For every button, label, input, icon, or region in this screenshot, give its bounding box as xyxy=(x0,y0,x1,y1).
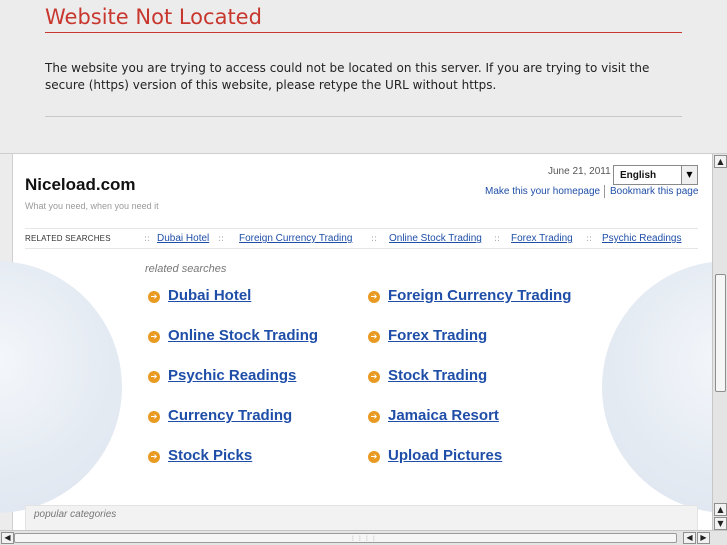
scroll-left-icon[interactable]: ◀ xyxy=(1,532,14,544)
result-link[interactable]: Jamaica Resort xyxy=(388,407,499,424)
bar-separator: :: xyxy=(218,234,225,244)
bookmark-link[interactable]: Bookmark this page xyxy=(610,186,698,197)
bar-separator: :: xyxy=(586,234,593,244)
decorative-circle-right xyxy=(602,261,727,513)
language-select[interactable]: English ▼ xyxy=(613,165,698,185)
bar-link-dubai-hotel[interactable]: Dubai Hotel xyxy=(157,233,209,244)
scroll-right-icon[interactable]: ▶ xyxy=(697,532,710,544)
scroll-down-icon[interactable]: ▼ xyxy=(714,517,727,530)
result-link[interactable]: Dubai Hotel xyxy=(168,287,251,304)
arrow-bullet-icon: ➔ xyxy=(368,291,380,303)
result-link[interactable]: Forex Trading xyxy=(388,327,487,344)
arrow-bullet-icon: ➔ xyxy=(368,411,380,423)
result-link[interactable]: Online Stock Trading xyxy=(168,327,318,344)
decorative-circle-left xyxy=(0,261,122,513)
grip-icon: ⋮⋮⋮⋮ xyxy=(350,535,378,542)
vertical-scrollbar[interactable]: ▲ ▲ ▼ xyxy=(712,154,727,531)
chevron-down-icon[interactable]: ▼ xyxy=(681,166,697,184)
result-link[interactable]: Currency Trading xyxy=(168,407,292,424)
error-divider-bottom xyxy=(45,116,682,117)
related-searches-bar: RELATED SEARCHES :: Dubai Hotel :: Forei… xyxy=(25,228,698,249)
arrow-bullet-icon: ➔ xyxy=(368,371,380,383)
page-date: June 21, 2011 xyxy=(548,166,611,177)
arrow-bullet-icon: ➔ xyxy=(148,291,160,303)
make-homepage-link[interactable]: Make this your homepage xyxy=(485,186,600,197)
related-searches-bar-label: RELATED SEARCHES xyxy=(25,234,111,243)
result-link[interactable]: Upload Pictures xyxy=(388,447,502,464)
arrow-bullet-icon: ➔ xyxy=(148,331,160,343)
header-link-separator xyxy=(604,185,605,198)
result-link[interactable]: Stock Picks xyxy=(168,447,252,464)
popular-categories-label: popular categories xyxy=(34,509,117,520)
site-title[interactable]: Niceload.com xyxy=(25,175,136,195)
bar-link-forex-trading[interactable]: Forex Trading xyxy=(511,233,573,244)
language-select-value: English xyxy=(620,170,657,181)
scroll-up-icon[interactable]: ▲ xyxy=(714,503,727,516)
scroll-left-icon[interactable]: ◀ xyxy=(683,532,696,544)
result-link[interactable]: Stock Trading xyxy=(388,367,487,384)
site-tagline: What you need, when you need it xyxy=(25,201,159,211)
error-message: The website you are trying to access cou… xyxy=(45,61,650,92)
arrow-bullet-icon: ➔ xyxy=(148,451,160,463)
arrow-bullet-icon: ➔ xyxy=(148,371,160,383)
error-divider-top xyxy=(45,32,682,33)
scroll-up-icon[interactable]: ▲ xyxy=(714,155,727,168)
arrow-bullet-icon: ➔ xyxy=(368,451,380,463)
horizontal-scrollbar[interactable]: ◀ ⋮⋮⋮⋮ ◀ ▶ xyxy=(0,530,727,545)
result-link[interactable]: Psychic Readings xyxy=(168,367,296,384)
arrow-bullet-icon: ➔ xyxy=(148,411,160,423)
error-title: Website Not Located xyxy=(45,5,262,29)
bar-link-online-stock-trading[interactable]: Online Stock Trading xyxy=(389,233,482,244)
result-link[interactable]: Foreign Currency Trading xyxy=(388,287,571,304)
horizontal-scroll-thumb[interactable]: ⋮⋮⋮⋮ xyxy=(14,533,677,543)
arrow-bullet-icon: ➔ xyxy=(368,331,380,343)
bar-separator: :: xyxy=(144,234,151,244)
vertical-scroll-thumb[interactable] xyxy=(715,274,726,392)
bar-link-foreign-currency-trading[interactable]: Foreign Currency Trading xyxy=(239,233,352,244)
embedded-frame: Niceload.com What you need, when you nee… xyxy=(0,153,727,545)
bar-separator: :: xyxy=(494,234,501,244)
bar-link-psychic-readings[interactable]: Psychic Readings xyxy=(602,233,681,244)
bar-separator: :: xyxy=(371,234,378,244)
related-searches-heading: related searches xyxy=(145,263,227,275)
